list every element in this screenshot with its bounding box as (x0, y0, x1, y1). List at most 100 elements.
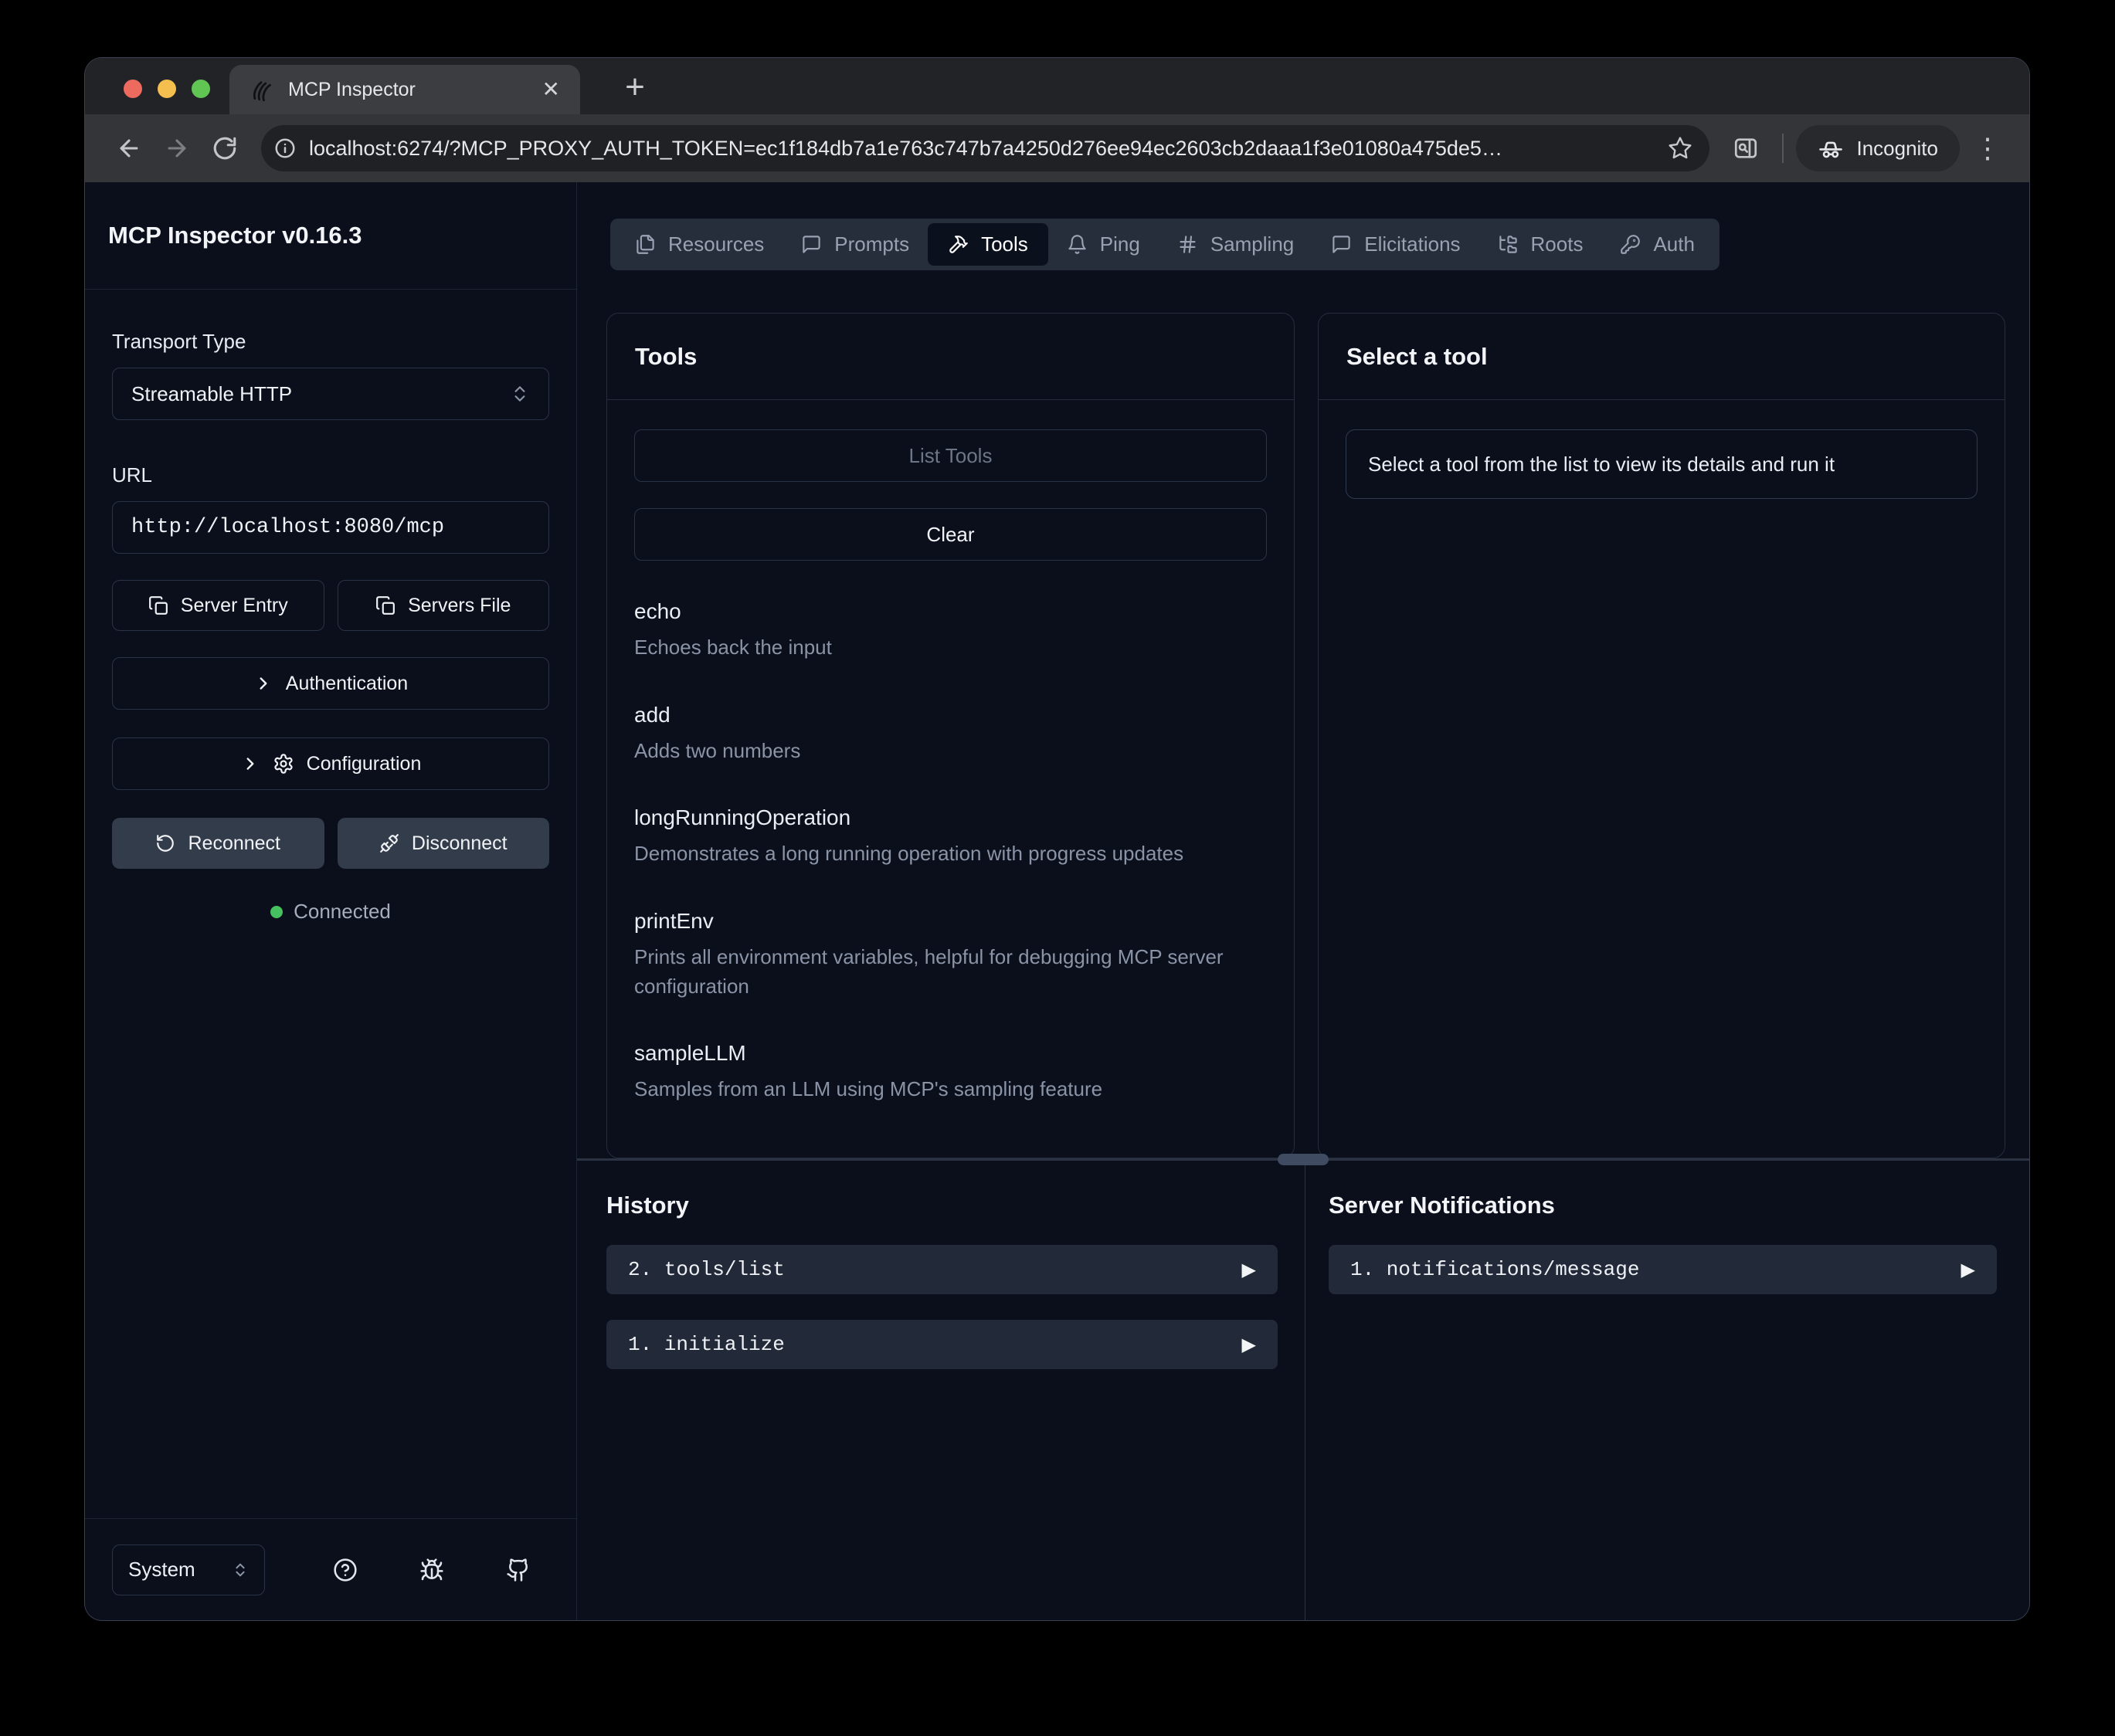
message-square-icon (1331, 234, 1352, 255)
tool-list: echo Echoes back the input add Adds two … (634, 599, 1267, 1104)
back-icon[interactable] (116, 135, 142, 161)
tab-ping[interactable]: Ping (1048, 219, 1159, 270)
sidebar: MCP Inspector v0.16.3 Transport Type Str… (85, 182, 577, 1620)
transport-type-label: Transport Type (112, 330, 549, 354)
minimize-window-button[interactable] (158, 80, 176, 98)
list-item[interactable]: longRunningOperation Demonstrates a long… (634, 805, 1267, 869)
tab-prompts[interactable]: Prompts (783, 219, 928, 270)
notification-item-label: 1. notifications/message (1350, 1258, 1639, 1281)
tool-name: longRunningOperation (634, 805, 1267, 830)
expand-play-icon[interactable]: ▶ (1961, 1259, 1975, 1280)
chevrons-up-down-icon (510, 384, 530, 404)
chevrons-up-down-icon (232, 1561, 249, 1578)
horizontal-splitter[interactable] (577, 1158, 2029, 1161)
tool-description: Demonstrates a long running operation wi… (634, 839, 1267, 869)
browser-tab[interactable]: MCP Inspector ✕ (229, 65, 580, 114)
reconnect-button[interactable]: Reconnect (112, 818, 324, 869)
list-item[interactable]: add Adds two numbers (634, 703, 1267, 766)
site-info-icon[interactable] (273, 137, 297, 160)
maximize-window-button[interactable] (192, 80, 210, 98)
reconnect-label: Reconnect (188, 832, 280, 855)
tab-sampling[interactable]: Sampling (1159, 219, 1312, 270)
top-panels: Tools List Tools Clear echo Echoes back … (606, 313, 2005, 1158)
tool-details-body: Select a tool from the list to view its … (1319, 400, 2005, 1158)
servers-file-button[interactable]: Servers File (338, 580, 550, 631)
gear-icon (273, 753, 294, 775)
tab-auth[interactable]: Auth (1601, 219, 1713, 270)
copy-icon (375, 595, 396, 615)
status-dot (270, 906, 283, 918)
folder-tree-icon (1498, 234, 1519, 255)
transport-type-value: Streamable HTTP (131, 382, 292, 406)
history-item[interactable]: 2. tools/list ▶ (606, 1245, 1278, 1294)
tab-roots[interactable]: Roots (1479, 219, 1602, 270)
list-tools-button[interactable]: List Tools (634, 429, 1267, 482)
expand-play-icon[interactable]: ▶ (1242, 1259, 1256, 1280)
url-label: URL (112, 463, 549, 487)
theme-select[interactable]: System (112, 1544, 265, 1595)
disconnect-button[interactable]: Disconnect (338, 818, 550, 869)
new-tab-button[interactable]: + (616, 70, 654, 107)
history-item[interactable]: 1. initialize ▶ (606, 1320, 1278, 1369)
tab-title: MCP Inspector (288, 79, 527, 101)
tab-label: Sampling (1210, 232, 1294, 256)
configuration-button[interactable]: Configuration (112, 737, 549, 790)
url-text[interactable]: localhost:6274/?MCP_PROXY_AUTH_TOKEN=ec1… (309, 137, 1655, 161)
incognito-label: Incognito (1856, 137, 1938, 161)
tab-label: Resources (668, 232, 764, 256)
reload-icon[interactable] (212, 135, 238, 161)
notification-item[interactable]: 1. notifications/message ▶ (1329, 1245, 1997, 1294)
window-controls (124, 80, 210, 98)
list-item[interactable]: printEnv Prints all environment variable… (634, 909, 1267, 1001)
message-square-icon (801, 234, 822, 255)
disconnect-label: Disconnect (412, 832, 508, 855)
clear-tools-button[interactable]: Clear (634, 508, 1267, 561)
bug-icon[interactable] (419, 1558, 444, 1582)
browser-tabstrip: MCP Inspector ✕ + (85, 58, 2029, 114)
tool-name: add (634, 703, 1267, 727)
tab-label: Ping (1100, 232, 1140, 256)
tab-resources[interactable]: Resources (616, 219, 783, 270)
help-circle-icon[interactable] (333, 1558, 358, 1582)
tools-panel-body: List Tools Clear echo Echoes back the in… (607, 400, 1294, 1158)
tab-close-icon[interactable]: ✕ (542, 79, 560, 100)
connection-status: Connected (112, 900, 549, 924)
tab-label: Tools (981, 232, 1028, 256)
tab-elicitations[interactable]: Elicitations (1312, 219, 1478, 270)
forward-icon[interactable] (164, 135, 190, 161)
history-item-label: 1. initialize (628, 1333, 785, 1356)
mcp-favicon-icon (250, 78, 273, 101)
expand-play-icon[interactable]: ▶ (1242, 1334, 1256, 1355)
server-entry-button[interactable]: Server Entry (112, 580, 324, 631)
github-icon[interactable] (506, 1558, 531, 1582)
tools-panel: Tools List Tools Clear echo Echoes back … (606, 313, 1295, 1158)
transport-type-select[interactable]: Streamable HTTP (112, 368, 549, 420)
files-icon (635, 234, 656, 255)
sidebar-footer: System (85, 1518, 576, 1620)
tool-name: echo (634, 599, 1267, 624)
close-window-button[interactable] (124, 80, 142, 98)
authentication-button[interactable]: Authentication (112, 657, 549, 710)
list-item[interactable]: echo Echoes back the input (634, 599, 1267, 663)
tool-details-panel: Select a tool Select a tool from the lis… (1318, 313, 2005, 1158)
servers-file-label: Servers File (408, 595, 511, 617)
main-area: Resources Prompts Tools Ping Sampling (577, 182, 2029, 1620)
side-panel-search-icon[interactable] (1733, 135, 1759, 161)
bookmark-star-icon[interactable] (1668, 136, 1692, 161)
splitter-grip-handle[interactable] (1278, 1154, 1329, 1165)
browser-menu-icon[interactable]: ⋮ (1974, 134, 2001, 162)
copy-icon (148, 595, 168, 615)
hash-icon (1177, 234, 1198, 255)
tab-tools[interactable]: Tools (928, 223, 1048, 266)
sidebar-body: Transport Type Streamable HTTP URL http:… (85, 290, 576, 1518)
status-label: Connected (294, 900, 391, 924)
theme-value: System (128, 1558, 195, 1582)
main-nav: Resources Prompts Tools Ping Sampling (610, 219, 1719, 270)
toolbar-separator (1782, 134, 1784, 163)
server-url-input[interactable]: http://localhost:8080/mcp (112, 501, 549, 554)
incognito-badge: Incognito (1796, 125, 1960, 171)
list-item[interactable]: sampleLLM Samples from an LLM using MCP'… (634, 1041, 1267, 1104)
tool-details-title: Select a tool (1319, 314, 2005, 400)
bottom-panels: History 2. tools/list ▶ 1. initialize ▶ … (577, 1161, 2029, 1620)
url-bar[interactable]: localhost:6274/?MCP_PROXY_AUTH_TOKEN=ec1… (261, 125, 1709, 171)
